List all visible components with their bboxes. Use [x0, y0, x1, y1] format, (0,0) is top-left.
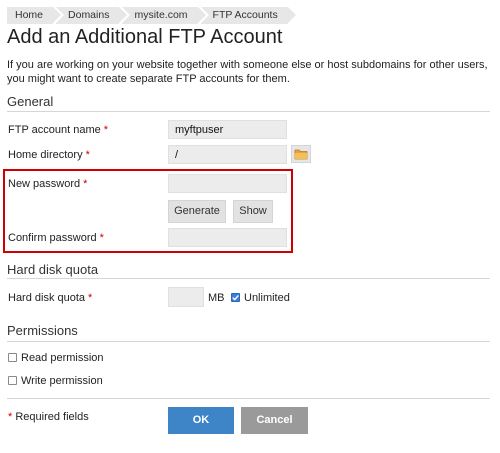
generate-password-button[interactable]: Generate	[168, 200, 226, 223]
read-permission-checkbox[interactable]	[8, 353, 17, 362]
account-name-label: FTP account name *	[8, 124, 108, 136]
browse-folder-button[interactable]	[291, 145, 311, 163]
required-marker: *	[99, 232, 104, 244]
section-divider	[7, 111, 490, 112]
account-name-label-text: FTP account name	[8, 124, 101, 136]
required-marker: *	[85, 149, 90, 161]
page-title: Add an Additional FTP Account	[7, 26, 283, 48]
new-password-label-text: New password	[8, 178, 81, 190]
new-password-input[interactable]	[168, 174, 287, 193]
quota-label: Hard disk quota *	[8, 292, 92, 304]
section-divider	[7, 278, 490, 279]
ok-button[interactable]: OK	[168, 407, 234, 434]
read-permission-label[interactable]: Read permission	[21, 352, 104, 364]
section-title-quota: Hard disk quota	[7, 262, 99, 277]
show-password-button[interactable]: Show	[233, 200, 273, 223]
section-divider	[7, 341, 490, 342]
home-directory-label: Home directory *	[8, 149, 90, 161]
required-marker: *	[83, 178, 88, 190]
required-fields-text: Required fields	[15, 411, 89, 423]
confirm-password-label: Confirm password *	[8, 232, 104, 244]
breadcrumb-domain[interactable]: mysite.com	[122, 7, 206, 24]
unlimited-checkbox[interactable]	[231, 293, 240, 302]
required-marker: *	[103, 124, 109, 136]
required-marker: *	[88, 292, 93, 304]
page-description: If you are working on your website toget…	[7, 59, 488, 85]
breadcrumb-ftp-accounts[interactable]: FTP Accounts	[200, 7, 296, 24]
required-marker: *	[8, 411, 13, 423]
confirm-password-label-text: Confirm password	[8, 232, 97, 244]
quota-input[interactable]	[168, 287, 204, 307]
cancel-button[interactable]: Cancel	[241, 407, 308, 434]
footer-divider	[7, 398, 490, 399]
home-directory-input[interactable]	[168, 145, 287, 164]
breadcrumb: Home Domains mysite.com FTP Accounts	[7, 7, 296, 24]
account-name-input[interactable]	[168, 120, 287, 139]
write-permission-label[interactable]: Write permission	[21, 375, 103, 387]
folder-icon	[294, 149, 308, 160]
home-directory-label-text: Home directory	[8, 149, 83, 161]
new-password-label: New password *	[8, 178, 87, 190]
checkmark-icon	[232, 294, 239, 301]
unlimited-label[interactable]: Unlimited	[244, 292, 290, 304]
breadcrumb-domains[interactable]: Domains	[56, 7, 128, 24]
write-permission-checkbox[interactable]	[8, 376, 17, 385]
quota-unit: MB	[208, 292, 225, 304]
confirm-password-input[interactable]	[168, 228, 287, 247]
quota-label-text: Hard disk quota	[8, 292, 86, 304]
breadcrumb-home[interactable]: Home	[7, 7, 62, 24]
required-fields-note: * Required fields	[8, 411, 89, 423]
section-title-general: General	[7, 94, 54, 109]
section-title-permissions: Permissions	[7, 323, 78, 338]
